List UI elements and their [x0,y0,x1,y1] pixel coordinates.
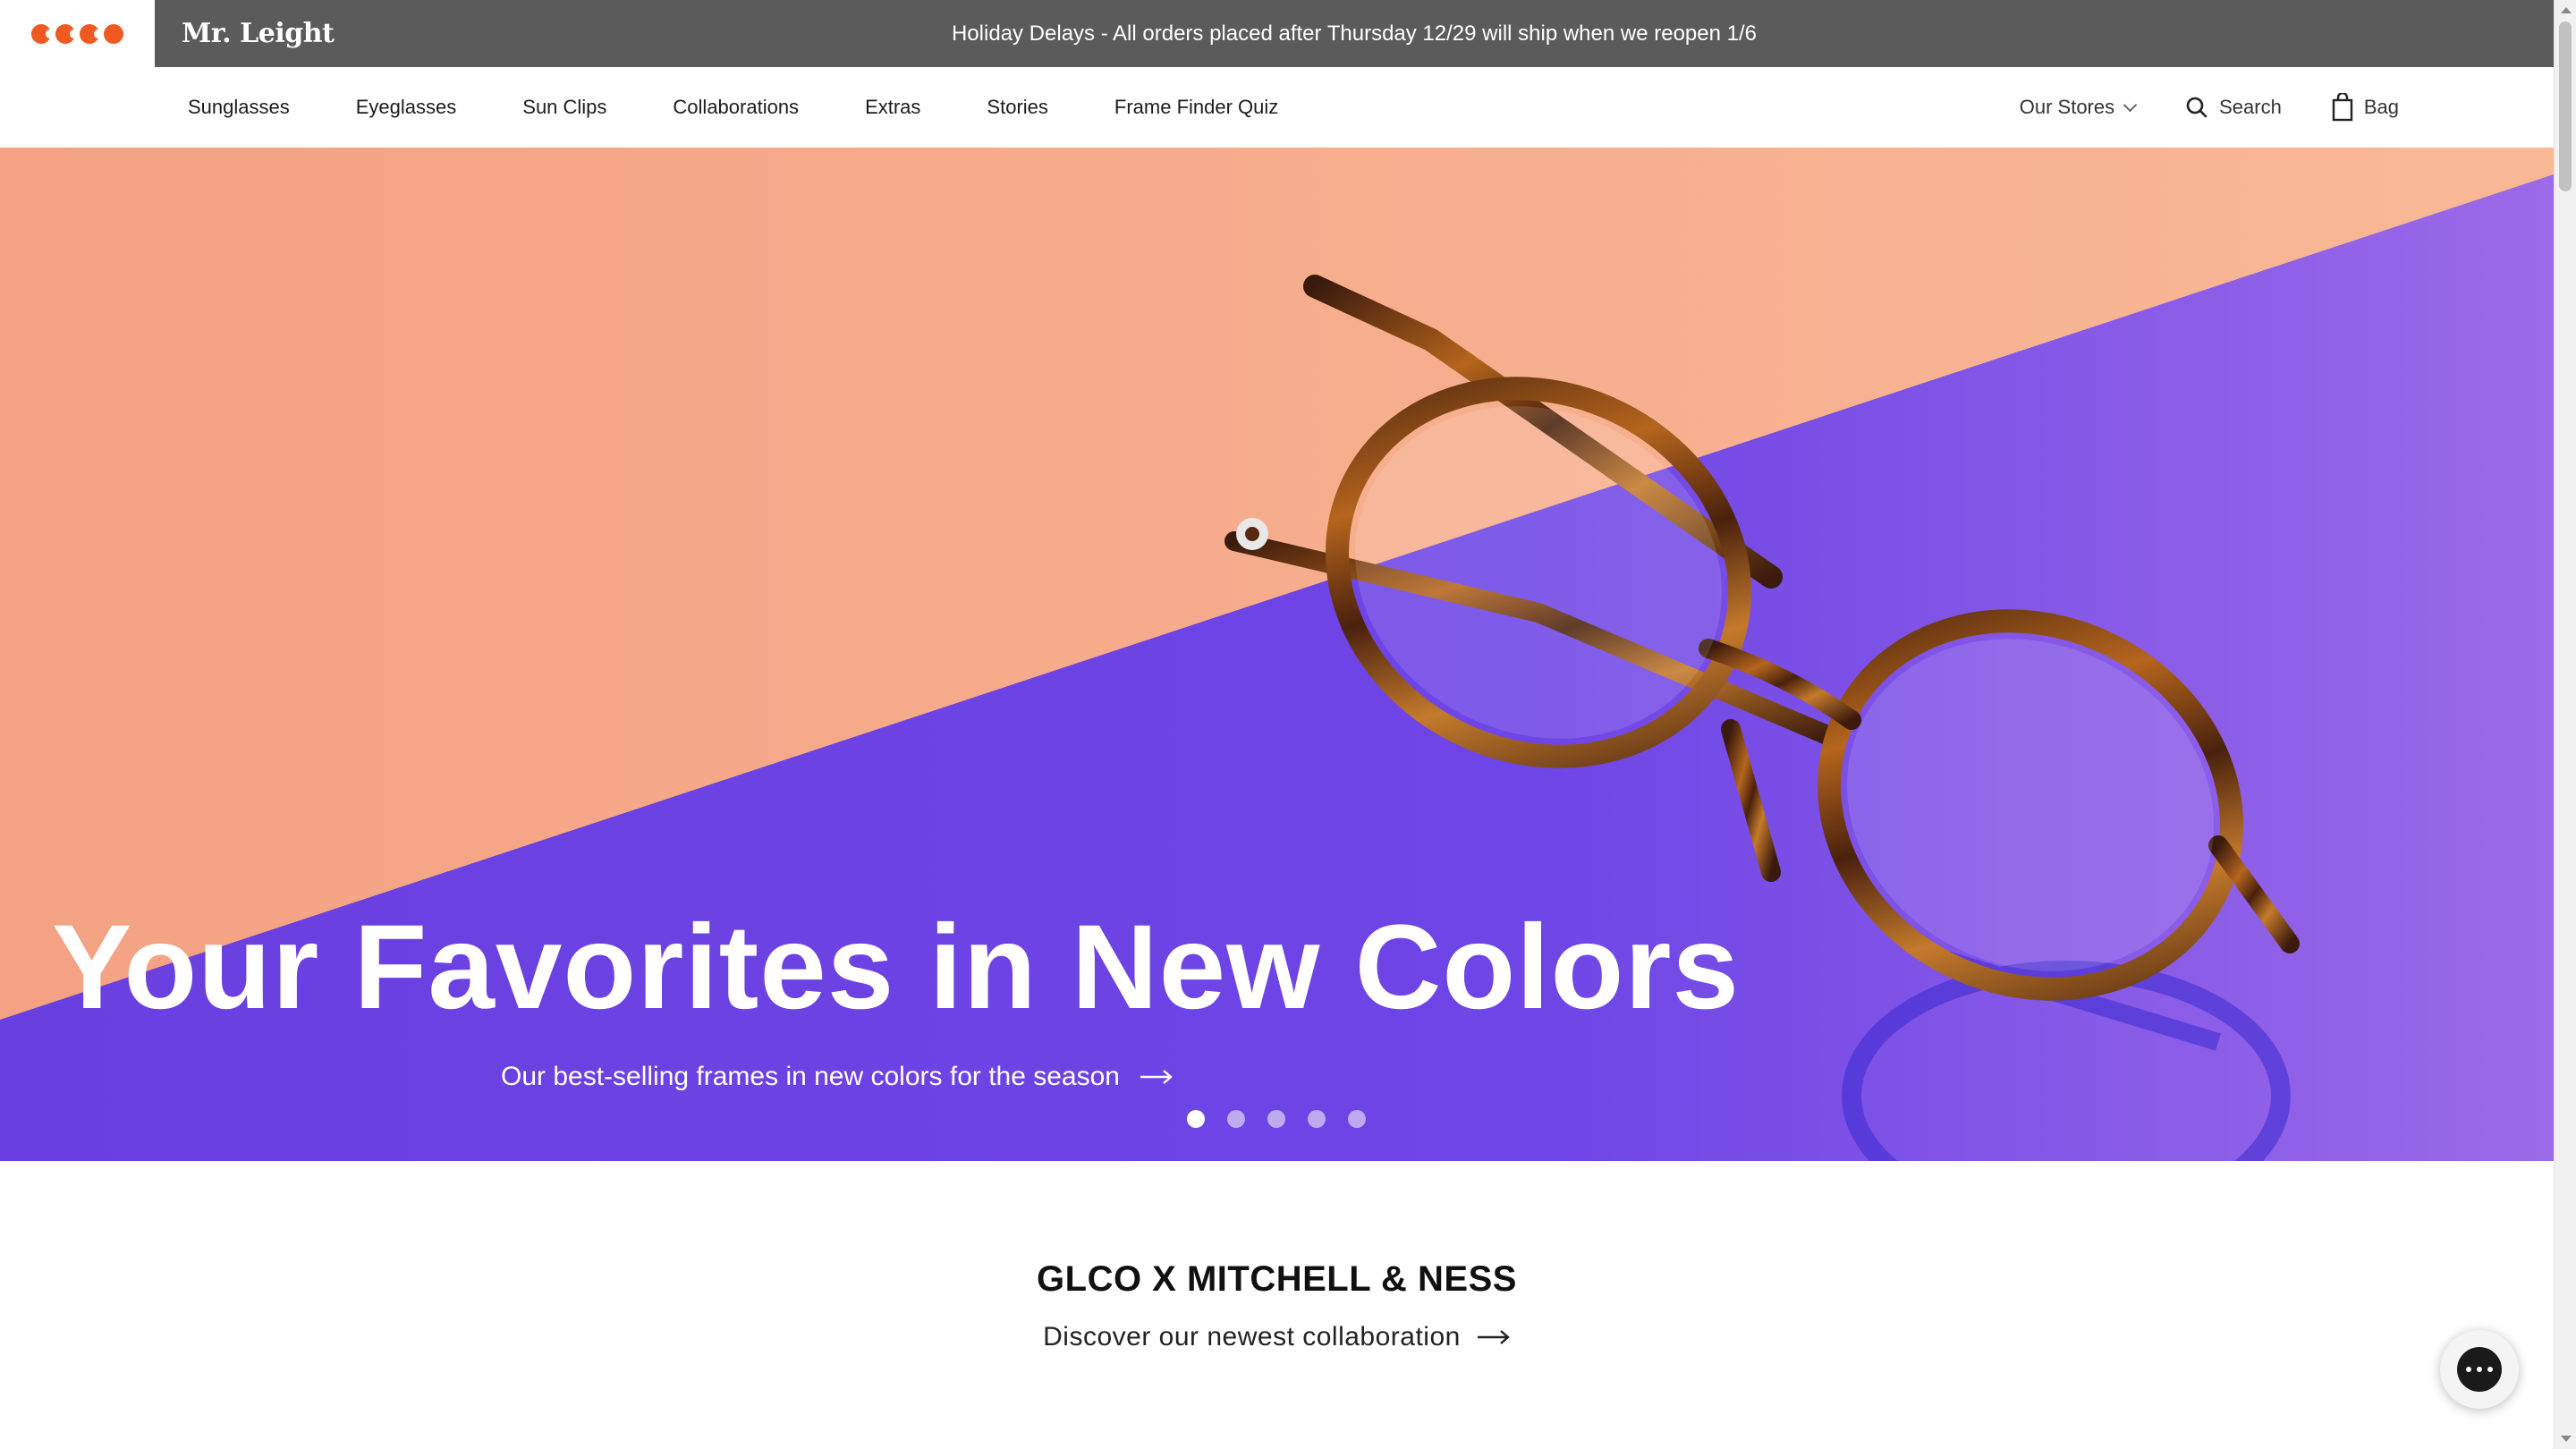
nav-link-stories[interactable]: Stories [987,96,1047,119]
carousel-dot-2[interactable] [1227,1110,1245,1128]
nav-link-eyeglasses[interactable]: Eyeglasses [356,96,457,119]
nav-link-sun-clips[interactable]: Sun Clips [522,96,606,119]
bag-label: Bag [2363,96,2399,118]
our-stores-label: Our Stores [2019,96,2115,118]
bag-icon [2332,93,2353,122]
nav-link-sunglasses[interactable]: Sunglasses [188,96,290,119]
nav-utilities: Our Stores Search Bag [2020,67,2399,148]
top-bar: Holiday Delays - All orders placed after… [0,0,2554,67]
arrow-right-icon [1140,1070,1173,1084]
search-icon [2186,97,2207,118]
nav-link-collaborations[interactable]: Collaborations [673,96,799,119]
our-stores-dropdown[interactable]: Our Stores [2019,96,2138,119]
chat-icon [2457,1347,2502,1392]
scrollbar[interactable] [2554,0,2576,1449]
collab-cta-link[interactable]: Discover our newest collaboration [0,1322,2554,1352]
announcement-bar: Holiday Delays - All orders placed after… [155,0,2554,67]
collab-title: GLCO X MITCHELL & NESS [1037,1259,1517,1299]
nav-link-extras[interactable]: Extras [865,96,920,119]
arrow-right-icon [1477,1330,1510,1344]
hero-cta-link[interactable]: Our best-selling frames in new colors fo… [501,1062,1174,1092]
carousel-dot-1[interactable] [1187,1110,1205,1128]
carousel-dots [1187,1110,1366,1128]
nav-links: Sunglasses Eyeglasses Sun Clips Collabor… [188,67,1278,148]
carousel-dot-4[interactable] [1308,1110,1326,1128]
chevron-down-icon [2123,97,2138,112]
collab-link-label: Discover our newest collaboration [1043,1322,1461,1352]
announcement-text: Holiday Delays - All orders placed after… [951,21,1758,46]
bag-button[interactable]: Bag [2332,93,2399,122]
carousel-dot-5[interactable] [1348,1110,1366,1128]
scroll-up-arrow-icon[interactable] [2561,7,2572,13]
chat-button[interactable] [2440,1330,2519,1409]
scrollbar-thumb[interactable] [2559,21,2572,191]
page: Holiday Delays - All orders placed after… [0,0,2576,1449]
main-nav: Sunglasses Eyeglasses Sun Clips Collabor… [0,67,2554,148]
search-label: Search [2219,96,2282,118]
hero-banner[interactable]: Your Favorites in New Colors Our best-se… [0,148,2554,1161]
scroll-down-arrow-icon[interactable] [2561,1436,2572,1442]
search-button[interactable]: Search [2185,96,2282,119]
carousel-dot-3[interactable] [1267,1110,1285,1128]
nav-link-frame-finder-quiz[interactable]: Frame Finder Quiz [1114,96,1278,119]
mr-leight-logo[interactable]: Mr. Leight [182,0,335,67]
hero-title: Your Favorites in New Colors [52,901,1740,1034]
hero-subtitle: Our best-selling frames in new colors fo… [501,1062,1120,1091]
